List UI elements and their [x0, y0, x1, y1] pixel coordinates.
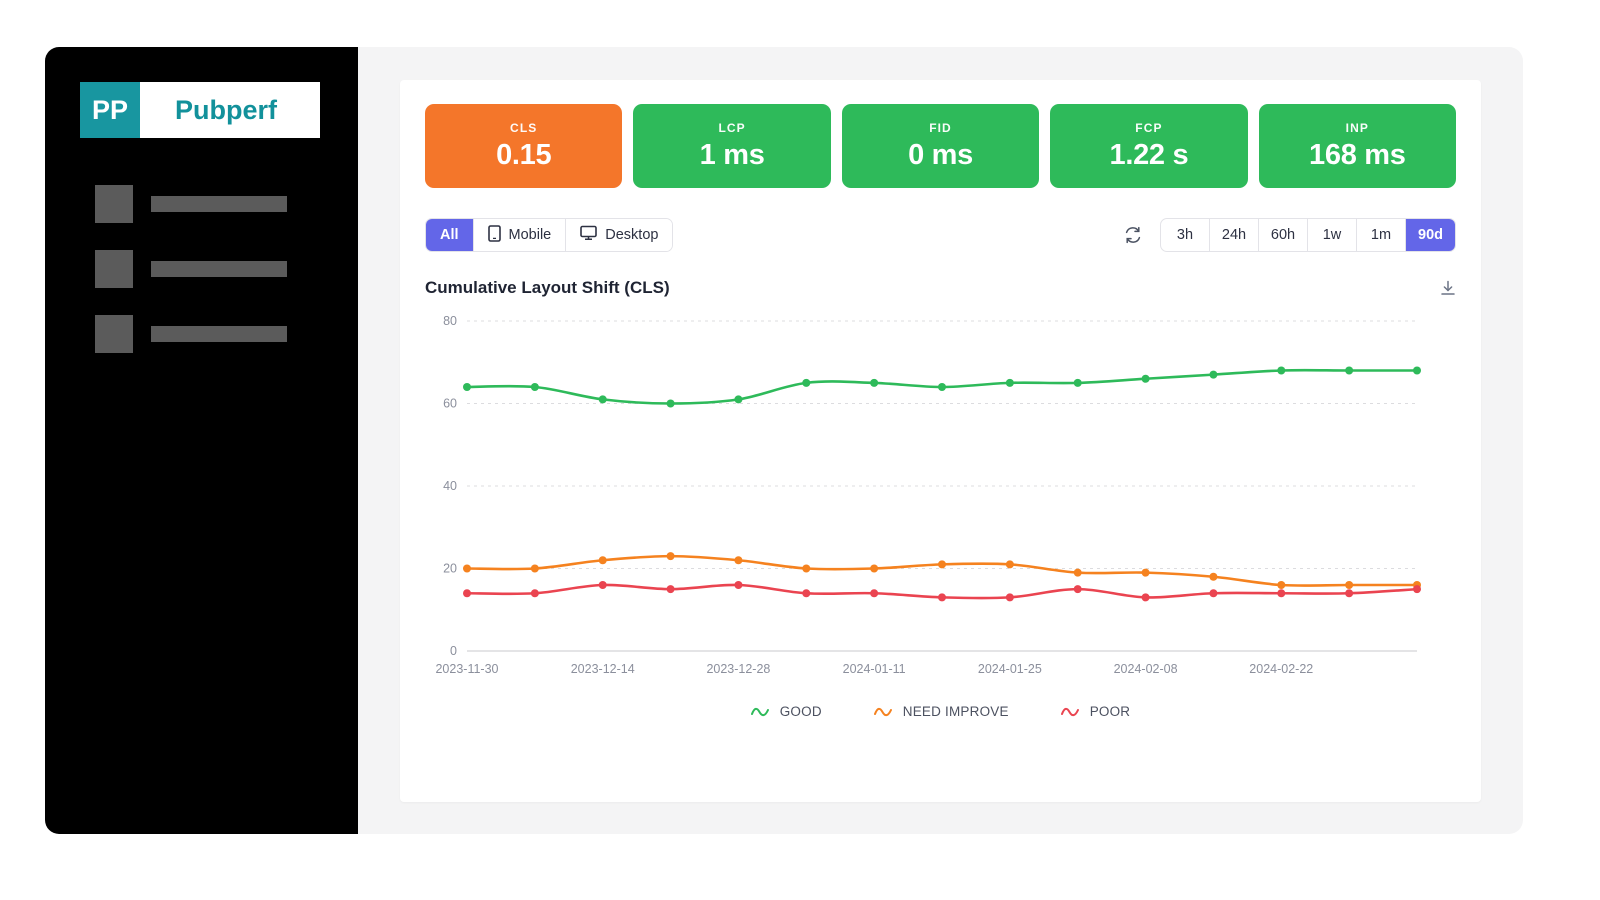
- time-range-24h[interactable]: 24h: [1210, 219, 1259, 251]
- svg-text:2024-02-08: 2024-02-08: [1114, 662, 1178, 676]
- svg-text:2023-11-30: 2023-11-30: [435, 662, 498, 676]
- chart-title: Cumulative Layout Shift (CLS): [425, 278, 670, 297]
- desktop-icon: [580, 225, 598, 245]
- metric-label-cls: CLS: [510, 120, 538, 135]
- chart-legend: GOOD NEED IMPROVE POOR: [425, 704, 1456, 719]
- time-range-selector: 3h 24h 60h 1w 1m 90d: [1160, 218, 1456, 252]
- legend-label-poor: POOR: [1089, 704, 1131, 719]
- svg-text:80: 80: [443, 314, 457, 328]
- sidebar-item-3[interactable]: [45, 315, 358, 353]
- svg-text:2024-01-11: 2024-01-11: [843, 662, 906, 676]
- sidebar-item-2[interactable]: [45, 250, 358, 288]
- legend-wave-icon-need-improve: [873, 707, 892, 716]
- metric-value-fcp: 1.22 s: [1109, 138, 1189, 171]
- brand-name: Pubperf: [174, 94, 277, 125]
- app-window: PP Pubperf CLS 0.15 LCP 1 ms FID 0 ms FC…: [45, 47, 1523, 834]
- metric-value-lcp: 1 ms: [699, 138, 765, 171]
- metric-label-lcp: LCP: [718, 120, 746, 135]
- time-range-3h[interactable]: 3h: [1161, 219, 1210, 251]
- cls-line-chart: 0 20 40 60 80 2023-11-30 2023-12-14 2023-12-28 2…: [435, 314, 1421, 676]
- metric-value-inp: 168 ms: [1309, 138, 1406, 171]
- sidebar-item-1-icon-placeholder: [95, 185, 133, 223]
- sidebar-item-2-label-placeholder: [151, 261, 287, 277]
- device-filter-desktop-label: Desktop: [605, 227, 659, 243]
- sidebar-item-1-label-placeholder: [151, 196, 287, 212]
- legend-wave-icon-poor: [1060, 707, 1079, 716]
- metric-card-fcp[interactable]: FCP 1.22 s: [1050, 104, 1248, 188]
- metric-cards: CLS 0.15 LCP 1 ms FID 0 ms FCP 1.22 s IN…: [425, 104, 1457, 188]
- metric-label-fcp: FCP: [1135, 120, 1163, 135]
- time-range-1w[interactable]: 1w: [1308, 219, 1357, 251]
- svg-text:20: 20: [443, 562, 457, 576]
- chart-header: Cumulative Layout Shift (CLS): [425, 278, 1456, 301]
- metric-value-cls: 0.15: [496, 138, 552, 171]
- brand-logo[interactable]: PP Pubperf: [80, 82, 320, 138]
- svg-text:40: 40: [443, 479, 457, 493]
- brand-badge: PP: [80, 82, 140, 138]
- device-filter-mobile[interactable]: Mobile: [473, 219, 567, 251]
- svg-text:2023-12-28: 2023-12-28: [706, 662, 770, 676]
- legend-label-need-improve: NEED IMPROVE: [902, 704, 1009, 719]
- sidebar-item-3-label-placeholder: [151, 326, 287, 342]
- svg-text:0: 0: [450, 644, 457, 658]
- svg-text:2024-01-25: 2024-01-25: [978, 662, 1042, 676]
- chart-toolbar: All Mobile Desktop 3h 24h 60h 1w 1m 90d: [425, 218, 1456, 252]
- svg-text:60: 60: [443, 397, 457, 411]
- refresh-icon[interactable]: [1124, 226, 1142, 244]
- svg-text:2023-12-14: 2023-12-14: [571, 662, 635, 676]
- sidebar-item-1[interactable]: [45, 185, 358, 223]
- metric-label-inp: INP: [1345, 120, 1369, 135]
- legend-item-need-improve[interactable]: NEED IMPROVE: [873, 704, 1009, 719]
- legend-wave-icon-good: [750, 707, 769, 716]
- metric-card-fid[interactable]: FID 0 ms: [841, 104, 1040, 188]
- time-range-1m[interactable]: 1m: [1357, 219, 1406, 251]
- sidebar-nav: [45, 185, 358, 353]
- sidebar-item-2-icon-placeholder: [95, 250, 133, 288]
- metric-label-fid: FID: [929, 120, 952, 135]
- main-content: CLS 0.15 LCP 1 ms FID 0 ms FCP 1.22 s IN…: [358, 47, 1523, 834]
- legend-item-poor[interactable]: POOR: [1060, 704, 1131, 719]
- download-icon[interactable]: [1440, 280, 1456, 301]
- chart-area: 0 20 40 60 80 2023-11-30 2023-12-14 2023-12-28 2…: [425, 307, 1456, 702]
- device-filter-all-label: All: [440, 227, 459, 243]
- time-range-90d[interactable]: 90d: [1406, 219, 1455, 251]
- metric-card-cls[interactable]: CLS 0.15: [425, 104, 623, 188]
- mobile-icon: [487, 224, 501, 246]
- device-filter-mobile-label: Mobile: [508, 227, 552, 243]
- time-range-60h[interactable]: 60h: [1259, 219, 1308, 251]
- legend-label-good: GOOD: [779, 704, 822, 719]
- metric-card-inp[interactable]: INP 168 ms: [1258, 104, 1457, 188]
- svg-text:2024-02-22: 2024-02-22: [1249, 662, 1313, 676]
- metric-card-lcp[interactable]: LCP 1 ms: [633, 104, 831, 188]
- dashboard-panel: CLS 0.15 LCP 1 ms FID 0 ms FCP 1.22 s IN…: [400, 80, 1481, 802]
- device-filter-all[interactable]: All: [426, 219, 474, 251]
- range-controls: 3h 24h 60h 1w 1m 90d: [1124, 218, 1456, 252]
- sidebar: PP Pubperf: [45, 47, 358, 834]
- device-filter: All Mobile Desktop: [425, 218, 674, 252]
- device-filter-desktop[interactable]: Desktop: [566, 219, 673, 251]
- legend-item-good[interactable]: GOOD: [750, 704, 822, 719]
- sidebar-item-3-icon-placeholder: [95, 315, 133, 353]
- metric-value-fid: 0 ms: [908, 138, 973, 171]
